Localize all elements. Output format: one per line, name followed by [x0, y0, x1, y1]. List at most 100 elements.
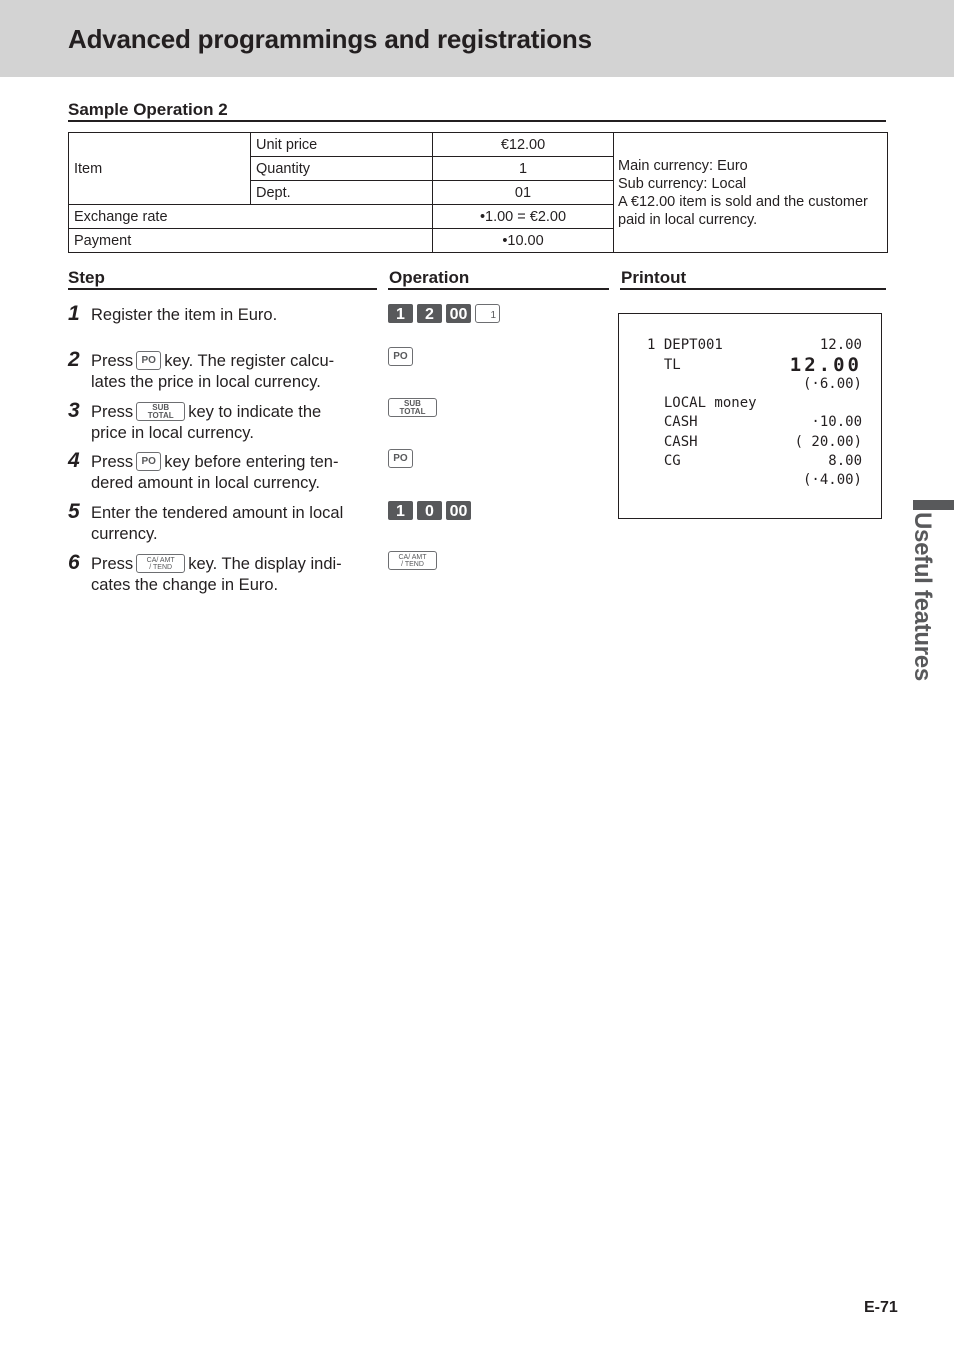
step-3: 3 Press SUB TOTAL key to indicate the price …	[68, 399, 368, 444]
po-key-icon: PO	[388, 449, 413, 468]
page-number: E-71	[864, 1299, 898, 1316]
ca-amt-tend-key-icon: CA/ AMT / TEND	[388, 551, 437, 570]
subtotal-key-icon: SUB TOTAL	[136, 402, 186, 422]
step-number: 1	[68, 302, 80, 325]
step-column-header: Step	[68, 268, 105, 287]
key-label: CA/ AMT	[146, 557, 175, 565]
quantity-value: 1	[432, 156, 614, 181]
dept-value: 01	[432, 180, 614, 205]
step-number: 5	[68, 500, 80, 523]
numeric-key-icon: 1	[388, 501, 413, 520]
note-line: paid in local currency.	[618, 211, 758, 228]
payment-label: Payment	[68, 228, 433, 253]
receipt-line-amount: ( 20.00)	[794, 434, 862, 450]
receipt-printout: 1 DEPT001 12.00 TL 12.00 (·6.00) LOCAL mon…	[618, 313, 882, 519]
note-line: Main currency: Euro	[618, 157, 748, 174]
sample-operation-table: Item Unit price €12.00 Main currency: Eu…	[68, 132, 888, 253]
step-number: 4	[68, 449, 80, 472]
step-text-before: Press	[91, 352, 134, 370]
receipt-line: TL 12.00	[647, 356, 862, 375]
step-text: Press PO key before entering ten-dered amo…	[91, 452, 339, 492]
step-text-before: Press	[91, 555, 134, 573]
step-text: Register the item in Euro.	[91, 306, 278, 324]
step-text: Press CA/ AMT / TEND key. The display indi-…	[91, 554, 342, 594]
step-2: 2 Press PO key. The register calcu-lates t…	[68, 348, 368, 393]
operation-step-5: 1 0 00	[388, 501, 475, 520]
operation-step-6: CA/ AMT / TEND	[388, 551, 441, 570]
table-row: Item Unit price €12.00 Main currency: Eu…	[68, 132, 888, 253]
ca-amt-tend-key-icon: CA/ AMT / TEND	[136, 554, 186, 574]
dept-label: Dept.	[250, 180, 433, 205]
receipt-line: CASH ·10.00	[647, 413, 862, 432]
key-label: CA/ AMT	[398, 554, 427, 561]
unit-price-value: €12.00	[432, 132, 614, 157]
side-tab-marker	[913, 500, 954, 510]
step-text-before: Press	[91, 403, 134, 421]
receipt-line: LOCAL money	[647, 394, 862, 413]
payment-value: •10.00	[432, 228, 614, 253]
step-text: Press PO key. The register calcu-lates the…	[91, 351, 335, 391]
receipt-line-label: 1 DEPT001	[647, 337, 723, 353]
receipt-line-label: TL	[647, 357, 681, 373]
receipt-line: 1 DEPT001 12.00	[647, 336, 862, 355]
receipt-line: CG 8.00	[647, 452, 862, 471]
key-label: / TEND	[149, 564, 173, 572]
key-label: TOTAL	[399, 406, 426, 416]
numeric-key-icon: 00	[446, 501, 471, 520]
receipt-line: CASH ( 20.00)	[647, 433, 862, 452]
operation-step-3: SUB TOTAL	[388, 398, 441, 417]
unit-price-label: Unit price	[250, 132, 433, 157]
step-column-rule	[68, 288, 377, 290]
receipt-line-amount: ·10.00	[811, 414, 862, 430]
printout-column-rule	[620, 288, 886, 290]
exchange-rate-value: •1.00 = €2.00	[432, 204, 614, 229]
step-text-before: Press	[91, 453, 134, 471]
receipt-line-amount: 12.00	[819, 337, 862, 353]
note-line: A €12.00 item is sold and the customer	[618, 193, 868, 210]
receipt-line-label: CASH	[647, 434, 698, 450]
step-text: Press SUB TOTAL key to indicate the price in…	[91, 402, 322, 442]
numeric-key-icon: 00	[446, 304, 471, 323]
receipt-total-amount: 12.00	[789, 354, 862, 376]
step-6: 6 Press CA/ AMT / TEND key. The display ind…	[68, 551, 368, 596]
key-label: TOTAL	[147, 410, 174, 420]
subtotal-key-icon: SUB TOTAL	[388, 398, 437, 417]
step-number: 3	[68, 399, 80, 422]
po-key-icon: PO	[136, 351, 162, 371]
section-divider	[68, 120, 886, 122]
receipt-line-amount: (·4.00)	[802, 472, 862, 488]
receipt-line-label: CASH	[647, 414, 698, 430]
operation-column-header: Operation	[389, 268, 470, 287]
operation-step-1: 1 2 00 1	[388, 304, 504, 323]
note-line: Sub currency: Local	[618, 175, 747, 192]
step-number: 2	[68, 348, 80, 371]
item-label-cell: Item	[68, 132, 251, 205]
operation-step-4: PO	[388, 449, 417, 468]
receipt-line-amount: (·6.00)	[802, 376, 862, 392]
numeric-key-icon: 1	[388, 304, 413, 323]
printout-column-header: Printout	[621, 268, 687, 287]
receipt-line-label: CG	[647, 453, 681, 469]
section-title: Sample Operation 2	[68, 100, 228, 119]
numeric-key-icon: 2	[417, 304, 442, 323]
receipt-line: (·4.00)	[647, 471, 862, 490]
receipt-line: (·6.00)	[647, 375, 862, 394]
exchange-rate-label: Exchange rate	[68, 204, 433, 229]
page-title: Advanced programmings and registrations	[68, 24, 592, 54]
step-4: 4 Press PO key before entering ten-dered a…	[68, 449, 368, 494]
po-key-icon: PO	[136, 452, 162, 472]
operation-step-2: PO	[388, 347, 417, 366]
step-5: 5 Enter the tendered amount in local cur…	[68, 500, 368, 545]
numeric-key-icon: 0	[417, 501, 442, 520]
po-key-icon: PO	[388, 347, 413, 366]
operation-column-rule	[388, 288, 609, 290]
scenario-note-cell: Main currency: Euro Sub currency: Local …	[613, 132, 888, 253]
key-label: / TEND	[401, 561, 424, 568]
dept-key-icon: 1	[475, 304, 500, 323]
step-text: Enter the tendered amount in local curre…	[91, 504, 344, 543]
receipt-line-label: LOCAL money	[647, 395, 757, 411]
receipt-line-amount: 8.00	[828, 453, 862, 469]
step-number: 6	[68, 551, 80, 574]
side-tab-label: Useful features	[909, 512, 936, 681]
quantity-label: Quantity	[250, 156, 433, 181]
